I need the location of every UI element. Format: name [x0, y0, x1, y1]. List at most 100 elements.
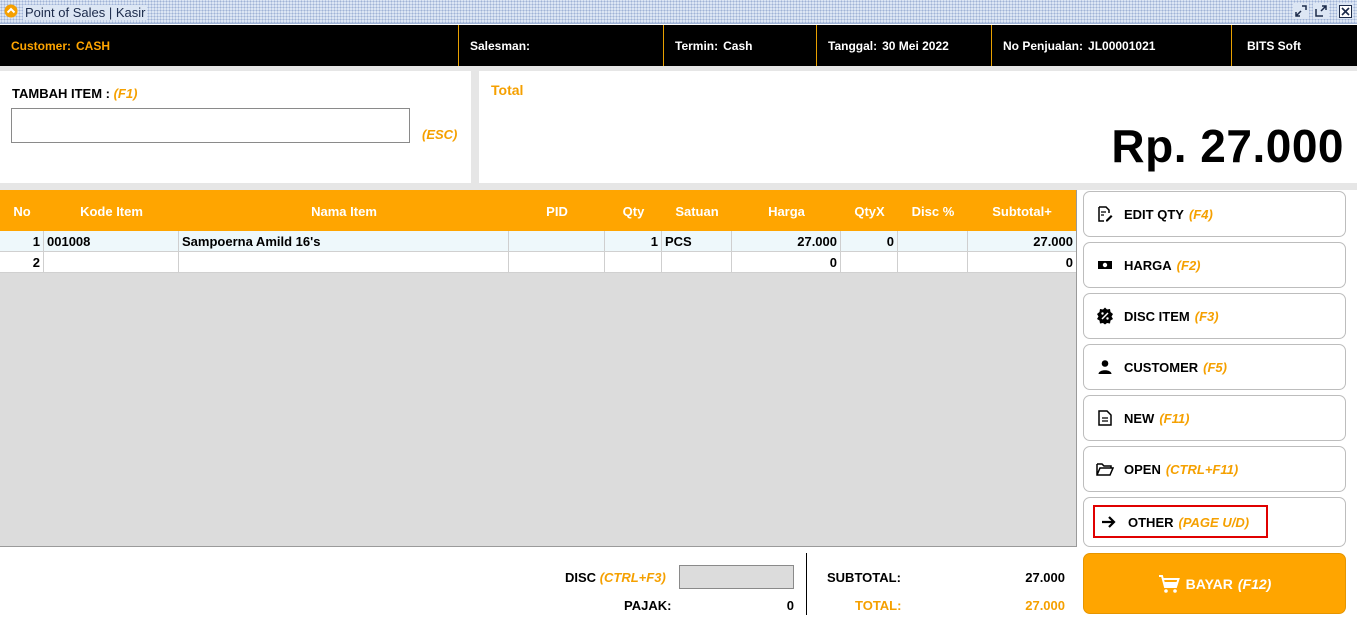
total-footer-label: TOTAL:: [855, 598, 902, 613]
cell-pid[interactable]: [509, 252, 605, 272]
harga-shortcut: (F2): [1176, 257, 1201, 273]
app-logo-icon: [4, 4, 18, 18]
other-label: OTHER: [1128, 514, 1174, 530]
customer-label: CUSTOMER: [1124, 359, 1199, 375]
new-button[interactable]: NEW (F11): [1083, 395, 1346, 441]
cell-nama[interactable]: [179, 252, 509, 272]
grid-header: No Kode Item Nama Item PID Qty Satuan Ha…: [0, 190, 1076, 231]
no-penjualan-value: JL00001021: [1088, 38, 1156, 53]
cell-kode[interactable]: [44, 252, 179, 272]
cell-qtyx[interactable]: 0: [841, 231, 898, 251]
harga-label: HARGA: [1124, 257, 1172, 273]
footer-summary: DISC (CTRL+F3) PAJAK: 0 SUBTOTAL: 27.000…: [0, 547, 1357, 617]
table-row[interactable]: 1 001008 Sampoerna Amild 16's 1 PCS 27.0…: [0, 231, 1076, 252]
open-button[interactable]: OPEN (CTRL+F11): [1083, 446, 1346, 492]
cell-no[interactable]: 2: [0, 252, 44, 272]
col-subtotal[interactable]: Subtotal+: [968, 190, 1076, 231]
cell-subtotal[interactable]: 27.000: [968, 231, 1076, 251]
col-disc[interactable]: Disc %: [898, 190, 968, 231]
cell-kode[interactable]: 001008: [44, 231, 179, 251]
divider: [471, 71, 479, 183]
arrow-right-icon: [1100, 513, 1118, 531]
subtotal-label: SUBTOTAL:: [827, 570, 901, 585]
add-item-input[interactable]: [11, 108, 410, 143]
col-nama-item[interactable]: Nama Item: [179, 190, 509, 231]
money-icon: [1096, 256, 1114, 274]
table-row[interactable]: 2 0 0: [0, 252, 1076, 273]
add-item-label: TAMBAH ITEM : (F1): [12, 86, 137, 101]
col-harga[interactable]: Harga: [732, 190, 841, 231]
info-header: Customer: CASH Salesman: Termin: Cash Ta…: [0, 25, 1357, 66]
pajak-value: 0: [786, 598, 794, 613]
divider: [806, 553, 807, 615]
cell-harga[interactable]: 0: [732, 252, 841, 272]
item-grid[interactable]: No Kode Item Nama Item PID Qty Satuan Ha…: [0, 190, 1077, 547]
tanggal-info: Tanggal: 30 Mei 2022: [817, 25, 992, 66]
cell-subtotal[interactable]: 0: [968, 252, 1076, 272]
termin-info: Termin: Cash: [664, 25, 817, 66]
termin-value: Cash: [723, 38, 753, 53]
disc-label: DISC (CTRL+F3): [565, 570, 666, 585]
cell-satuan[interactable]: [662, 252, 732, 272]
col-kode-item[interactable]: Kode Item: [44, 190, 179, 231]
bayar-label: BAYAR: [1185, 575, 1233, 592]
person-icon: [1096, 358, 1114, 376]
disc-shortcut: (CTRL+F3): [599, 570, 666, 585]
add-item-shortcut: (F1): [113, 86, 138, 101]
other-shortcut: (PAGE U/D): [1178, 514, 1250, 530]
customer-button[interactable]: CUSTOMER (F5): [1083, 344, 1346, 390]
cart-icon: [1158, 574, 1180, 594]
title-bar: Point of Sales | Kasir: [0, 0, 1357, 24]
disc-input[interactable]: [679, 565, 794, 589]
cell-satuan[interactable]: PCS: [662, 231, 732, 251]
other-button[interactable]: OTHER (PAGE U/D): [1083, 497, 1346, 547]
new-label: NEW: [1124, 410, 1155, 426]
cell-qtyx[interactable]: [841, 252, 898, 272]
cell-harga[interactable]: 27.000: [732, 231, 841, 251]
col-qtyx[interactable]: QtyX: [841, 190, 898, 231]
col-qty[interactable]: Qty: [605, 190, 662, 231]
cell-qty[interactable]: 1: [605, 231, 662, 251]
customer-info: Customer: CASH: [0, 25, 459, 66]
open-label: OPEN: [1124, 461, 1161, 477]
esc-hint: (ESC): [422, 127, 458, 142]
edit-qty-label: EDIT QTY: [1124, 206, 1184, 222]
termin-label: Termin:: [675, 38, 719, 53]
col-no[interactable]: No: [0, 190, 44, 231]
disc-item-shortcut: (F3): [1194, 308, 1219, 324]
folder-open-icon: [1096, 460, 1114, 478]
customer-value: CASH: [76, 38, 111, 53]
add-item-panel: TAMBAH ITEM : (F1) (ESC): [0, 71, 471, 183]
total-label: Total: [491, 82, 524, 98]
cell-disc[interactable]: [898, 252, 968, 272]
col-satuan[interactable]: Satuan: [662, 190, 732, 231]
brand-label: BITS Soft: [1247, 38, 1301, 53]
add-item-label-text: TAMBAH ITEM :: [12, 86, 110, 101]
tanggal-value: 30 Mei 2022: [882, 38, 949, 53]
harga-button[interactable]: HARGA (F2): [1083, 242, 1346, 288]
cell-disc[interactable]: [898, 231, 968, 251]
bayar-shortcut: (F12): [1237, 575, 1272, 592]
restore-icon[interactable]: [1293, 3, 1309, 19]
bayar-button[interactable]: BAYAR (F12): [1083, 553, 1346, 614]
edit-qty-shortcut: (F4): [1188, 206, 1213, 222]
pajak-label: PAJAK:: [624, 598, 672, 613]
maximize-icon[interactable]: [1313, 3, 1329, 19]
close-icon[interactable]: [1337, 3, 1353, 19]
customer-shortcut: (F5): [1203, 359, 1227, 375]
document-icon: [1096, 409, 1114, 427]
edit-icon: [1096, 205, 1114, 223]
cell-pid[interactable]: [509, 231, 605, 251]
salesman-info: Salesman:: [459, 25, 664, 66]
cell-no[interactable]: 1: [0, 231, 44, 251]
cell-qty[interactable]: [605, 252, 662, 272]
new-shortcut: (F11): [1159, 410, 1190, 426]
disc-item-button[interactable]: DISC ITEM (F3): [1083, 293, 1346, 339]
open-shortcut: (CTRL+F11): [1165, 461, 1239, 477]
cell-nama[interactable]: Sampoerna Amild 16's: [179, 231, 509, 251]
subtotal-value: 27.000: [1025, 570, 1065, 585]
edit-qty-button[interactable]: EDIT QTY (F4): [1083, 191, 1346, 237]
window-title: Point of Sales | Kasir: [23, 5, 148, 20]
col-pid[interactable]: PID: [509, 190, 605, 231]
disc-label-text: DISC: [565, 570, 597, 585]
